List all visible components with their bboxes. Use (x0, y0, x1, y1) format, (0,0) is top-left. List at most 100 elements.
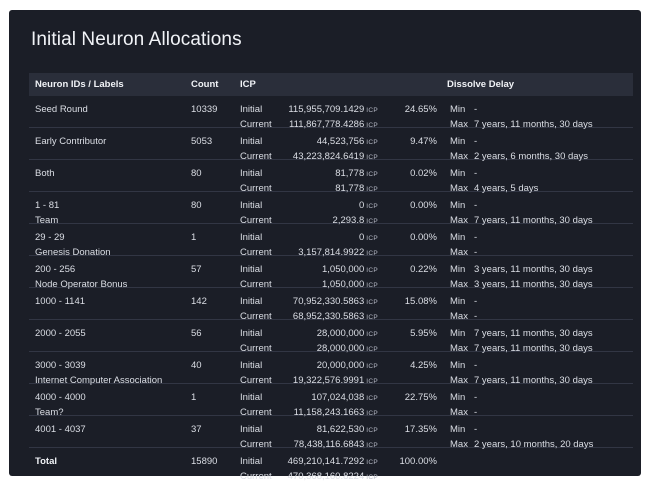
initial-label: Initial (240, 360, 263, 371)
icp-value: 70,952,330.5863 ICP (292, 296, 378, 307)
min-dissolve-delay: - (474, 200, 478, 211)
icp-unit: ICP (366, 235, 378, 242)
page-title: Initial Neuron Allocations (31, 29, 242, 50)
neuron-id-range: Seed Round (35, 104, 88, 115)
min-label: Min (450, 200, 466, 211)
initial-label: Initial (240, 456, 263, 467)
min-dissolve-delay: - (474, 232, 478, 243)
min-label: Min (450, 232, 466, 243)
icp-unit: ICP (366, 171, 378, 178)
icp-unit: ICP (366, 299, 378, 306)
allocation-percent: 0.00% (410, 200, 437, 211)
current-label: Current (240, 471, 272, 482)
neuron-count: 142 (191, 296, 207, 307)
min-label: Min (450, 104, 466, 115)
icp-value: 20,000,000 ICP (316, 360, 378, 371)
min-label: Min (450, 168, 466, 179)
neuron-count: 57 (191, 264, 202, 275)
allocation-percent: 0.00% (410, 232, 437, 243)
allocation-percent: 4.25% (410, 360, 437, 371)
initial-label: Initial (240, 200, 263, 211)
header-dissolve-delay: Dissolve Delay (447, 79, 515, 90)
allocations-table: Neuron IDs / Labels Count ICP Dissolve D… (29, 73, 633, 482)
icp-value: 470,368,160.8224 ICP (287, 471, 378, 482)
table-row: Early Contributor 5053 Initial Current 4… (29, 128, 633, 162)
icp-unit: ICP (366, 395, 378, 402)
min-label: Min (450, 360, 466, 371)
table-row: 1 - 81 Team 80 Initial Current 0 ICP 2,29… (29, 192, 633, 226)
allocation-percent: 0.22% (410, 264, 437, 275)
icp-unit: ICP (366, 474, 378, 481)
icp-value: 115,955,709.1429 ICP (288, 104, 378, 115)
header-icp: ICP (240, 79, 256, 90)
allocation-percent: 22.75% (404, 392, 437, 403)
icp-value: 0 ICP (358, 200, 378, 211)
table-row: Seed Round 10339 Initial Current 115,955… (29, 96, 633, 130)
table-row: 4000 - 4000 Team? 1 Initial Current 107,… (29, 384, 633, 418)
neuron-count: 1 (191, 392, 197, 403)
min-dissolve-delay: - (474, 296, 478, 307)
initial-label: Initial (240, 392, 263, 403)
min-label: Min (450, 392, 466, 403)
neuron-id-range: 29 - 29 (35, 232, 65, 243)
table-row: 1000 - 1141 142 Initial Current 70,952,3… (29, 288, 633, 322)
min-dissolve-delay: - (474, 360, 478, 371)
icp-unit: ICP (366, 331, 378, 338)
table-row: 2000 - 2055 56 Initial Current 28,000,00… (29, 320, 633, 354)
neuron-id-range: 200 - 256 (35, 264, 76, 275)
allocation-percent: 9.47% (410, 136, 437, 147)
neuron-count: 1 (191, 232, 197, 243)
initial-label: Initial (240, 296, 263, 307)
header-label: Neuron IDs / Labels (35, 79, 124, 90)
icp-unit: ICP (366, 459, 378, 466)
icp-value: 1,050,000 ICP (321, 264, 378, 275)
total-percent: 100.00% (399, 456, 437, 467)
icp-unit: ICP (366, 267, 378, 274)
neuron-count: 80 (191, 200, 202, 211)
neuron-count: 40 (191, 360, 202, 371)
neuron-count: 37 (191, 424, 202, 435)
neuron-count: 10339 (191, 104, 218, 115)
table-row: Both 80 Initial Current 81,778 ICP 81,778… (29, 160, 633, 194)
table-body: Seed Round 10339 Initial Current 115,955… (29, 96, 633, 482)
min-label: Min (450, 328, 466, 339)
min-dissolve-delay: - (474, 136, 478, 147)
initial-label: Initial (240, 424, 263, 435)
table-header: Neuron IDs / Labels Count ICP Dissolve D… (29, 73, 633, 96)
icp-value: 44,523,756 ICP (316, 136, 378, 147)
icp-unit: ICP (366, 363, 378, 370)
min-dissolve-delay: - (474, 104, 478, 115)
neuron-id-range: 1000 - 1141 (35, 296, 86, 307)
min-label: Min (450, 296, 466, 307)
min-dissolve-delay: 7 years, 11 months, 30 days (474, 328, 593, 339)
icp-value: 107,024,038 ICP (311, 392, 378, 403)
header-count: Count (191, 79, 219, 90)
allocation-percent: 17.35% (404, 424, 437, 435)
icp-unit: ICP (366, 139, 378, 146)
neuron-count: 5053 (191, 136, 213, 147)
table-row: 4001 - 4037 37 Initial Current 81,622,53… (29, 416, 633, 450)
table-row: 200 - 256 Node Operator Bonus 57 Initial… (29, 256, 633, 290)
min-dissolve-delay: - (474, 168, 478, 179)
icp-value: 81,622,530 ICP (316, 424, 378, 435)
allocation-percent: 5.95% (410, 328, 437, 339)
table-row: 3000 - 3039 Internet Computer Associatio… (29, 352, 633, 386)
icp-value: 81,778 ICP (335, 168, 378, 179)
neuron-count: 56 (191, 328, 202, 339)
icp-value: 469,210,141.7292 ICP (287, 456, 378, 467)
table-row: 29 - 29 Genesis Donation 1 Initial Curre… (29, 224, 633, 258)
neuron-id-range: 1 - 81 (35, 200, 60, 211)
allocation-percent: 0.02% (410, 168, 437, 179)
icp-value: 0 ICP (358, 232, 378, 243)
neuron-count: 80 (191, 168, 202, 179)
icp-unit: ICP (366, 203, 378, 210)
icp-value: 28,000,000 ICP (316, 328, 378, 339)
neuron-id-range: Both (35, 168, 55, 179)
neuron-allocations-panel: Initial Neuron Allocations Neuron IDs / … (9, 10, 641, 482)
neuron-id-range: 4000 - 4000 (35, 392, 86, 403)
icp-unit: ICP (366, 107, 378, 114)
min-label: Min (450, 424, 466, 435)
initial-label: Initial (240, 264, 263, 275)
min-dissolve-delay: - (474, 424, 478, 435)
min-label: Min (450, 264, 466, 275)
